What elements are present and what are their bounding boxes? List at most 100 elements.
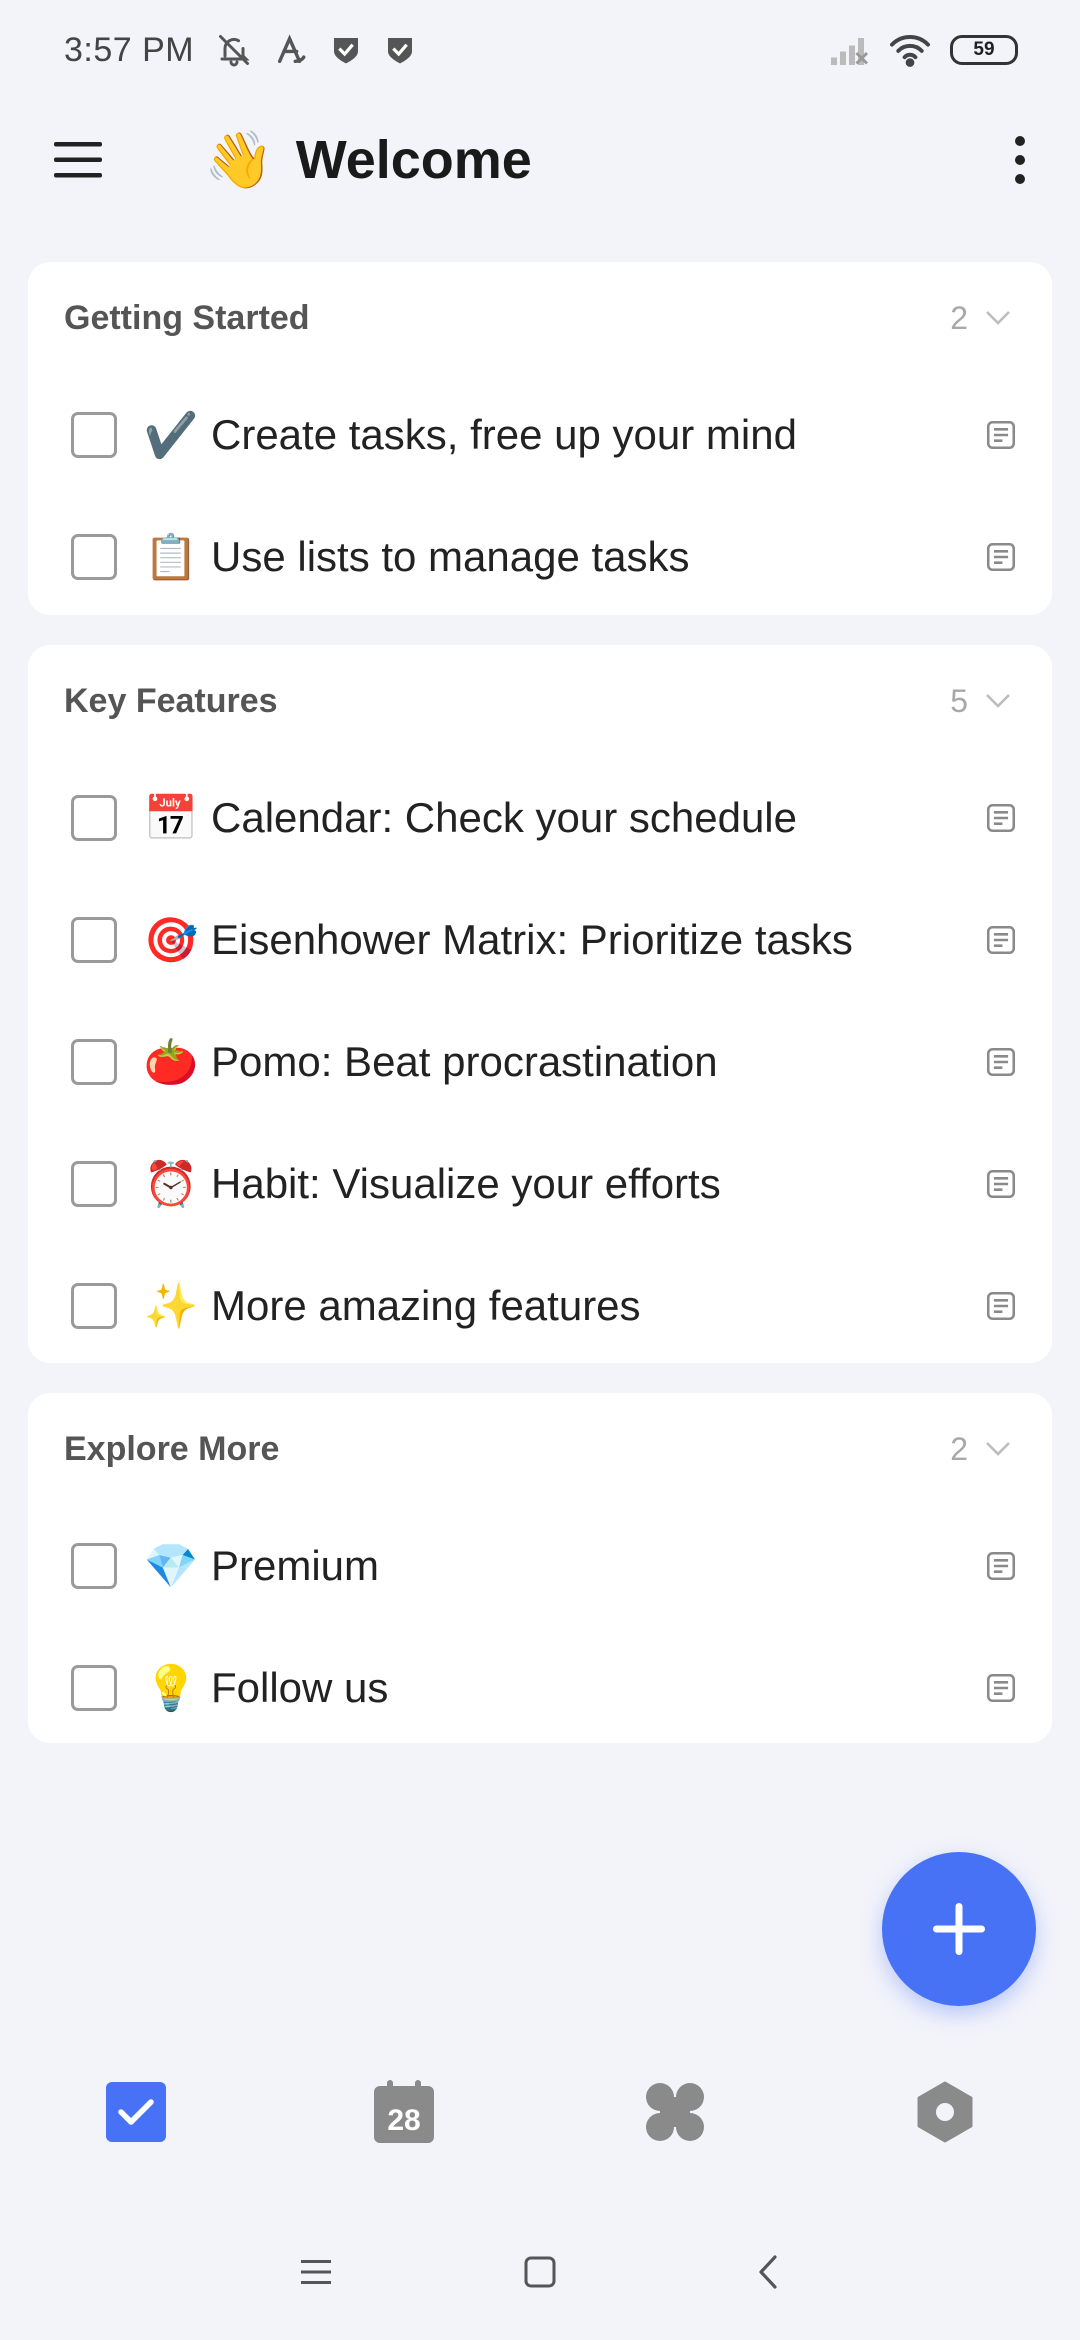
page-title: 👋 Welcome <box>204 127 532 193</box>
task-checkbox[interactable] <box>71 1039 117 1085</box>
chevron-down-icon <box>986 694 1010 708</box>
section-header[interactable]: Getting Started 2 <box>28 262 1052 374</box>
task-title: More amazing features <box>211 1282 641 1329</box>
chevron-down-icon <box>986 311 1010 325</box>
add-task-button[interactable] <box>882 1852 1036 2006</box>
section-count: 2 <box>950 1430 968 1467</box>
task-row[interactable]: 💎 Premium <box>28 1505 1052 1627</box>
status-bar: 3:57 PM 59 <box>0 0 1080 100</box>
status-right: 59 <box>828 32 1018 68</box>
status-left: 3:57 PM <box>64 31 416 70</box>
task-checkbox[interactable] <box>71 1283 117 1329</box>
more-vertical-icon <box>1015 136 1025 184</box>
section-count: 2 <box>950 299 968 336</box>
task-emoji: ✨ <box>143 1282 199 1331</box>
task-emoji: 🎯 <box>143 916 199 965</box>
recents-menu-icon <box>301 2260 331 2284</box>
app-header: 👋 Welcome <box>0 110 1080 210</box>
shield-check-icon-2 <box>388 38 413 64</box>
calendar-day-number: 28 <box>387 2104 420 2137</box>
task-checkbox[interactable] <box>71 1665 117 1711</box>
task-title: Follow us <box>211 1664 389 1711</box>
task-row[interactable]: ⏰ Habit: Visualize your efforts <box>28 1123 1052 1245</box>
status-time: 3:57 PM <box>64 30 195 69</box>
task-emoji: 💡 <box>143 1664 199 1713</box>
chevron-down-icon <box>986 1442 1010 1456</box>
task-row[interactable]: 📅 Calendar: Check your schedule <box>28 757 1052 879</box>
system-navigation-bar <box>0 2240 1080 2310</box>
task-row[interactable]: 🎯 Eisenhower Matrix: Prioritize tasks <box>28 879 1052 1001</box>
calendar-icon: 28 <box>374 2080 434 2143</box>
home-square-icon <box>524 2256 556 2288</box>
task-title: Pomo: Beat procrastination <box>211 1038 718 1085</box>
tab-calendar[interactable]: 28 <box>372 2080 436 2144</box>
page-title-text: Welcome <box>295 130 532 190</box>
tab-settings[interactable] <box>913 2080 977 2144</box>
task-title: Habit: Visualize your efforts <box>211 1160 721 1207</box>
task-row[interactable]: ✔️ Create tasks, free up your mind <box>28 374 1052 496</box>
task-title: Create tasks, free up your mind <box>211 411 797 458</box>
task-title: Use lists to manage tasks <box>211 533 690 580</box>
section-getting-started: Getting Started 2 ✔️ Create tasks, free … <box>28 262 1052 615</box>
section-count-wrap: 2 <box>950 300 1012 337</box>
note-icon[interactable] <box>984 1549 1018 1583</box>
section-header[interactable]: Explore More 2 <box>28 1393 1052 1505</box>
section-key-features: Key Features 5 📅 Calendar: Check your sc… <box>28 645 1052 1363</box>
tab-tasks[interactable] <box>104 2080 168 2144</box>
task-checkbox[interactable] <box>71 412 117 458</box>
plus-icon <box>933 1903 985 1955</box>
back-button[interactable] <box>746 2250 790 2294</box>
task-emoji: ⏰ <box>143 1160 199 1209</box>
task-row[interactable]: 📋 Use lists to manage tasks <box>28 496 1052 618</box>
more-options-button[interactable] <box>1000 130 1040 190</box>
note-icon[interactable] <box>984 1289 1018 1323</box>
recent-apps-button[interactable] <box>294 2250 338 2294</box>
task-emoji: 💎 <box>143 1542 199 1591</box>
section-count-wrap: 5 <box>950 683 1012 720</box>
task-emoji: 🍅 <box>143 1038 199 1087</box>
task-checkbox[interactable] <box>71 1161 117 1207</box>
section-title: Explore More <box>64 1429 280 1468</box>
task-checkbox[interactable] <box>71 534 117 580</box>
note-icon[interactable] <box>984 540 1018 574</box>
task-checkbox[interactable] <box>71 1543 117 1589</box>
note-icon[interactable] <box>984 1045 1018 1079</box>
home-button[interactable] <box>518 2250 562 2294</box>
note-icon[interactable] <box>984 1671 1018 1705</box>
font-a-icon <box>278 34 306 64</box>
note-icon[interactable] <box>984 801 1018 835</box>
section-count-wrap: 2 <box>950 1431 1012 1468</box>
task-title: Calendar: Check your schedule <box>211 794 797 841</box>
battery-indicator: 59 <box>950 35 1018 65</box>
shield-check-icon <box>334 38 359 64</box>
section-header[interactable]: Key Features 5 <box>28 645 1052 757</box>
task-row[interactable]: 💡 Follow us <box>28 1627 1052 1749</box>
tab-apps[interactable] <box>643 2080 707 2144</box>
task-emoji: 📋 <box>143 533 199 582</box>
app-screen: 3:57 PM 59 👋 Welcome Getting Started 2 ✔… <box>0 0 1080 2340</box>
task-title: Premium <box>211 1542 380 1589</box>
note-icon[interactable] <box>984 923 1018 957</box>
bottom-tab-bar: 28 <box>0 2080 1080 2180</box>
task-emoji: ✔️ <box>143 411 199 460</box>
section-explore-more: Explore More 2 💎 Premium 💡 Follow us <box>28 1393 1052 1743</box>
bell-off-icon <box>219 35 250 67</box>
hamburger-icon <box>54 142 102 178</box>
section-title: Getting Started <box>64 298 310 337</box>
section-count: 5 <box>950 682 968 719</box>
checkbox-checked-icon <box>106 2082 166 2142</box>
back-chevron-icon <box>759 2255 777 2289</box>
wifi-icon <box>890 35 930 67</box>
four-leaf-grid-icon <box>646 2083 704 2141</box>
signal-off-icon <box>831 38 869 65</box>
task-checkbox[interactable] <box>71 795 117 841</box>
menu-button[interactable] <box>52 134 104 186</box>
task-row[interactable]: ✨ More amazing features <box>28 1245 1052 1367</box>
hexagon-settings-icon <box>917 2081 973 2143</box>
task-checkbox[interactable] <box>71 917 117 963</box>
note-icon[interactable] <box>984 1167 1018 1201</box>
task-emoji: 📅 <box>143 794 199 843</box>
note-icon[interactable] <box>984 418 1018 452</box>
task-row[interactable]: 🍅 Pomo: Beat procrastination <box>28 1001 1052 1123</box>
waving-hand-emoji: 👋 <box>204 128 274 191</box>
